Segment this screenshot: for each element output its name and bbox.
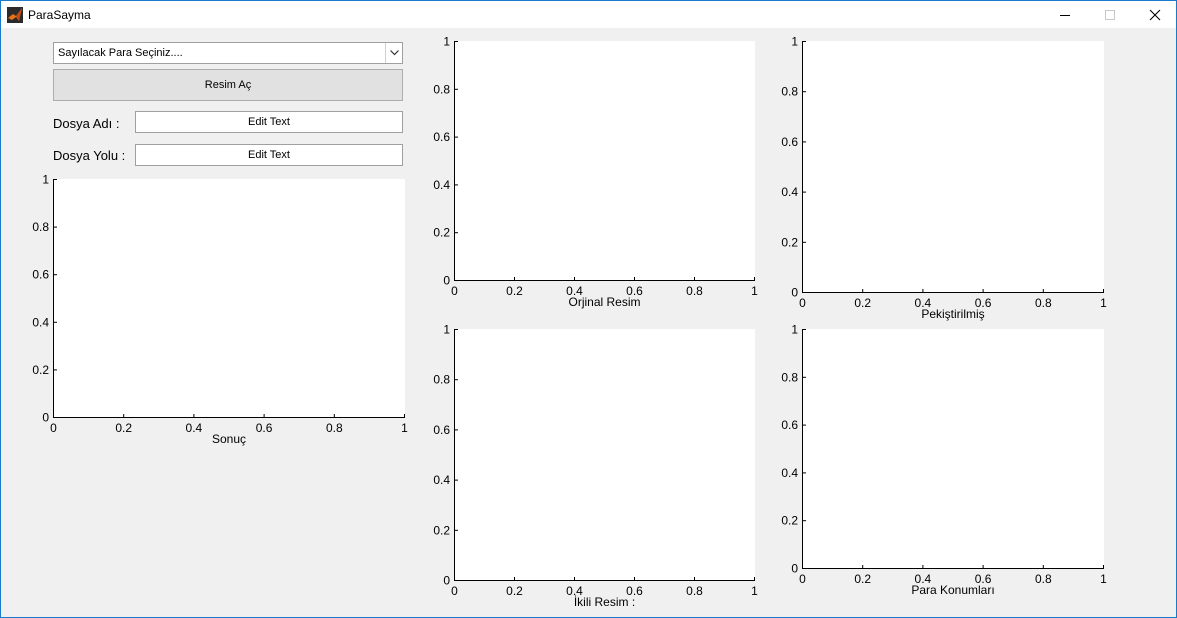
y-tick-label: 0.8	[32, 220, 49, 234]
y-tick-label: 1	[443, 323, 450, 337]
y-tick-label: 0.6	[781, 135, 798, 149]
x-tick-label: 1	[401, 421, 408, 435]
x-tick-label: 0.8	[1035, 296, 1052, 310]
money-select[interactable]: Sayılacak Para Seçiniz....	[53, 42, 403, 64]
y-tick-label: 0.4	[781, 466, 798, 480]
y-tick-label: 0.2	[433, 523, 450, 537]
open-image-button-label: Resim Aç	[204, 79, 252, 91]
y-tick-label: 1	[42, 173, 49, 187]
x-tick-label: 0	[451, 584, 458, 598]
maximize-button[interactable]	[1087, 1, 1132, 28]
y-tick-label: 0	[42, 411, 49, 425]
axes-ikili-resim[interactable]: 0 0.2 0.4 0.6 0.8 100.20.40.60.81İkili Resim …	[433, 323, 758, 610]
y-tick-label: 0.6	[781, 418, 798, 432]
x-tick-label: 0.2	[854, 572, 871, 586]
x-tick-label: 0.6	[256, 421, 273, 435]
y-tick-label: 1	[443, 35, 450, 49]
file-path-value: Edit Text	[248, 149, 290, 161]
x-tick-label: 0	[50, 421, 57, 435]
money-select-value: Sayılacak Para Seçiniz....	[58, 47, 183, 59]
file-name-value: Edit Text	[248, 116, 290, 128]
window-title: ParaSayma	[28, 8, 91, 22]
minimize-button[interactable]	[1042, 1, 1087, 28]
x-tick-label: 0	[799, 572, 806, 586]
maximize-icon	[1104, 9, 1115, 20]
y-tick-label: 0.2	[781, 235, 798, 249]
minimize-icon	[1059, 14, 1070, 16]
x-tick-label: 0.2	[854, 296, 871, 310]
file-path-label: Dosya Yolu :	[53, 148, 126, 163]
plot-area	[802, 329, 1104, 569]
y-tick-label: 0.8	[433, 82, 450, 96]
x-tick-label: 0.2	[115, 421, 132, 435]
x-tick-label: 1	[1100, 296, 1107, 310]
x-tick-label: 0.8	[686, 284, 703, 298]
x-tick-label: 0	[451, 284, 458, 298]
x-axis-label: Para Konumları	[911, 583, 994, 597]
y-tick-label: 0.4	[433, 473, 450, 487]
y-tick-label: 0.8	[781, 370, 798, 384]
matlab-icon	[7, 7, 23, 23]
y-tick-label: 0.6	[433, 130, 450, 144]
title-bar: ParaSayma	[1, 1, 1176, 28]
x-tick-label: 0.8	[1035, 572, 1052, 586]
close-button[interactable]	[1132, 1, 1177, 28]
y-tick-label: 0.8	[433, 373, 450, 387]
y-tick-label: 0.2	[433, 226, 450, 240]
close-icon	[1149, 9, 1160, 20]
y-tick-label: 1	[791, 323, 798, 337]
x-tick-label: 0.2	[506, 284, 523, 298]
axes-sonuc[interactable]: 0 0.2 0.4 0.6 0.8 1 0 0.2 0.4 0.6 0.8 1 Sonuç	[32, 173, 408, 447]
y-tick-label: 0.4	[32, 315, 49, 329]
y-tick-label: 0	[791, 562, 798, 576]
plot-area	[53, 179, 405, 418]
y-tick-label: 0	[791, 286, 798, 300]
axes-pekistirilmis[interactable]: 0 0.2 0.4 0.6 0.8 100.20.40.60.81Pekiştirilmi…	[781, 35, 1107, 322]
x-axis-label: Orjinal Resim	[568, 295, 640, 309]
chevron-down-icon[interactable]	[385, 43, 402, 63]
x-tick-label: 0.2	[506, 584, 523, 598]
file-name-field[interactable]: Edit Text	[135, 111, 403, 133]
x-tick-label: 1	[751, 284, 758, 298]
x-axis-label: Sonuç	[212, 432, 246, 446]
y-tick-label: 0.8	[781, 85, 798, 99]
x-tick-label: 0.8	[326, 421, 343, 435]
file-name-label: Dosya Adı :	[53, 116, 120, 131]
y-tick-label: 0	[443, 274, 450, 288]
plot-area	[454, 41, 755, 281]
y-tick-label: 0.4	[781, 185, 798, 199]
x-tick-label: 1	[751, 584, 758, 598]
plot-area	[454, 329, 755, 581]
x-tick-label: 0	[799, 296, 806, 310]
file-path-field[interactable]: Edit Text	[135, 144, 403, 166]
x-axis-label: İkili Resim :	[574, 595, 635, 609]
x-tick-label: 0.4	[186, 421, 203, 435]
y-tick-label: 0.6	[433, 423, 450, 437]
plot-area	[802, 41, 1104, 293]
x-tick-label: 0.8	[686, 584, 703, 598]
y-tick-label: 0.4	[433, 178, 450, 192]
y-tick-label: 0.6	[32, 268, 49, 282]
app-window: ParaSayma Sayılacak Para Seçiniz.... Res…	[0, 0, 1177, 618]
x-tick-label: 1	[1100, 572, 1107, 586]
y-tick-label: 0	[443, 574, 450, 588]
axes-orjinal-resim[interactable]: 0 0.2 0.4 0.6 0.8 100.20.40.60.81Orjinal Resi…	[433, 35, 758, 310]
y-tick-label: 0.2	[32, 363, 49, 377]
axes-para-konumlari[interactable]: 0 0.2 0.4 0.6 0.8 100.20.40.60.81Para Konumla…	[781, 323, 1107, 598]
y-tick-label: 1	[791, 35, 798, 49]
open-image-button[interactable]: Resim Aç	[53, 69, 403, 101]
y-tick-label: 0.2	[781, 514, 798, 528]
x-axis-label: Pekiştirilmiş	[921, 307, 984, 321]
